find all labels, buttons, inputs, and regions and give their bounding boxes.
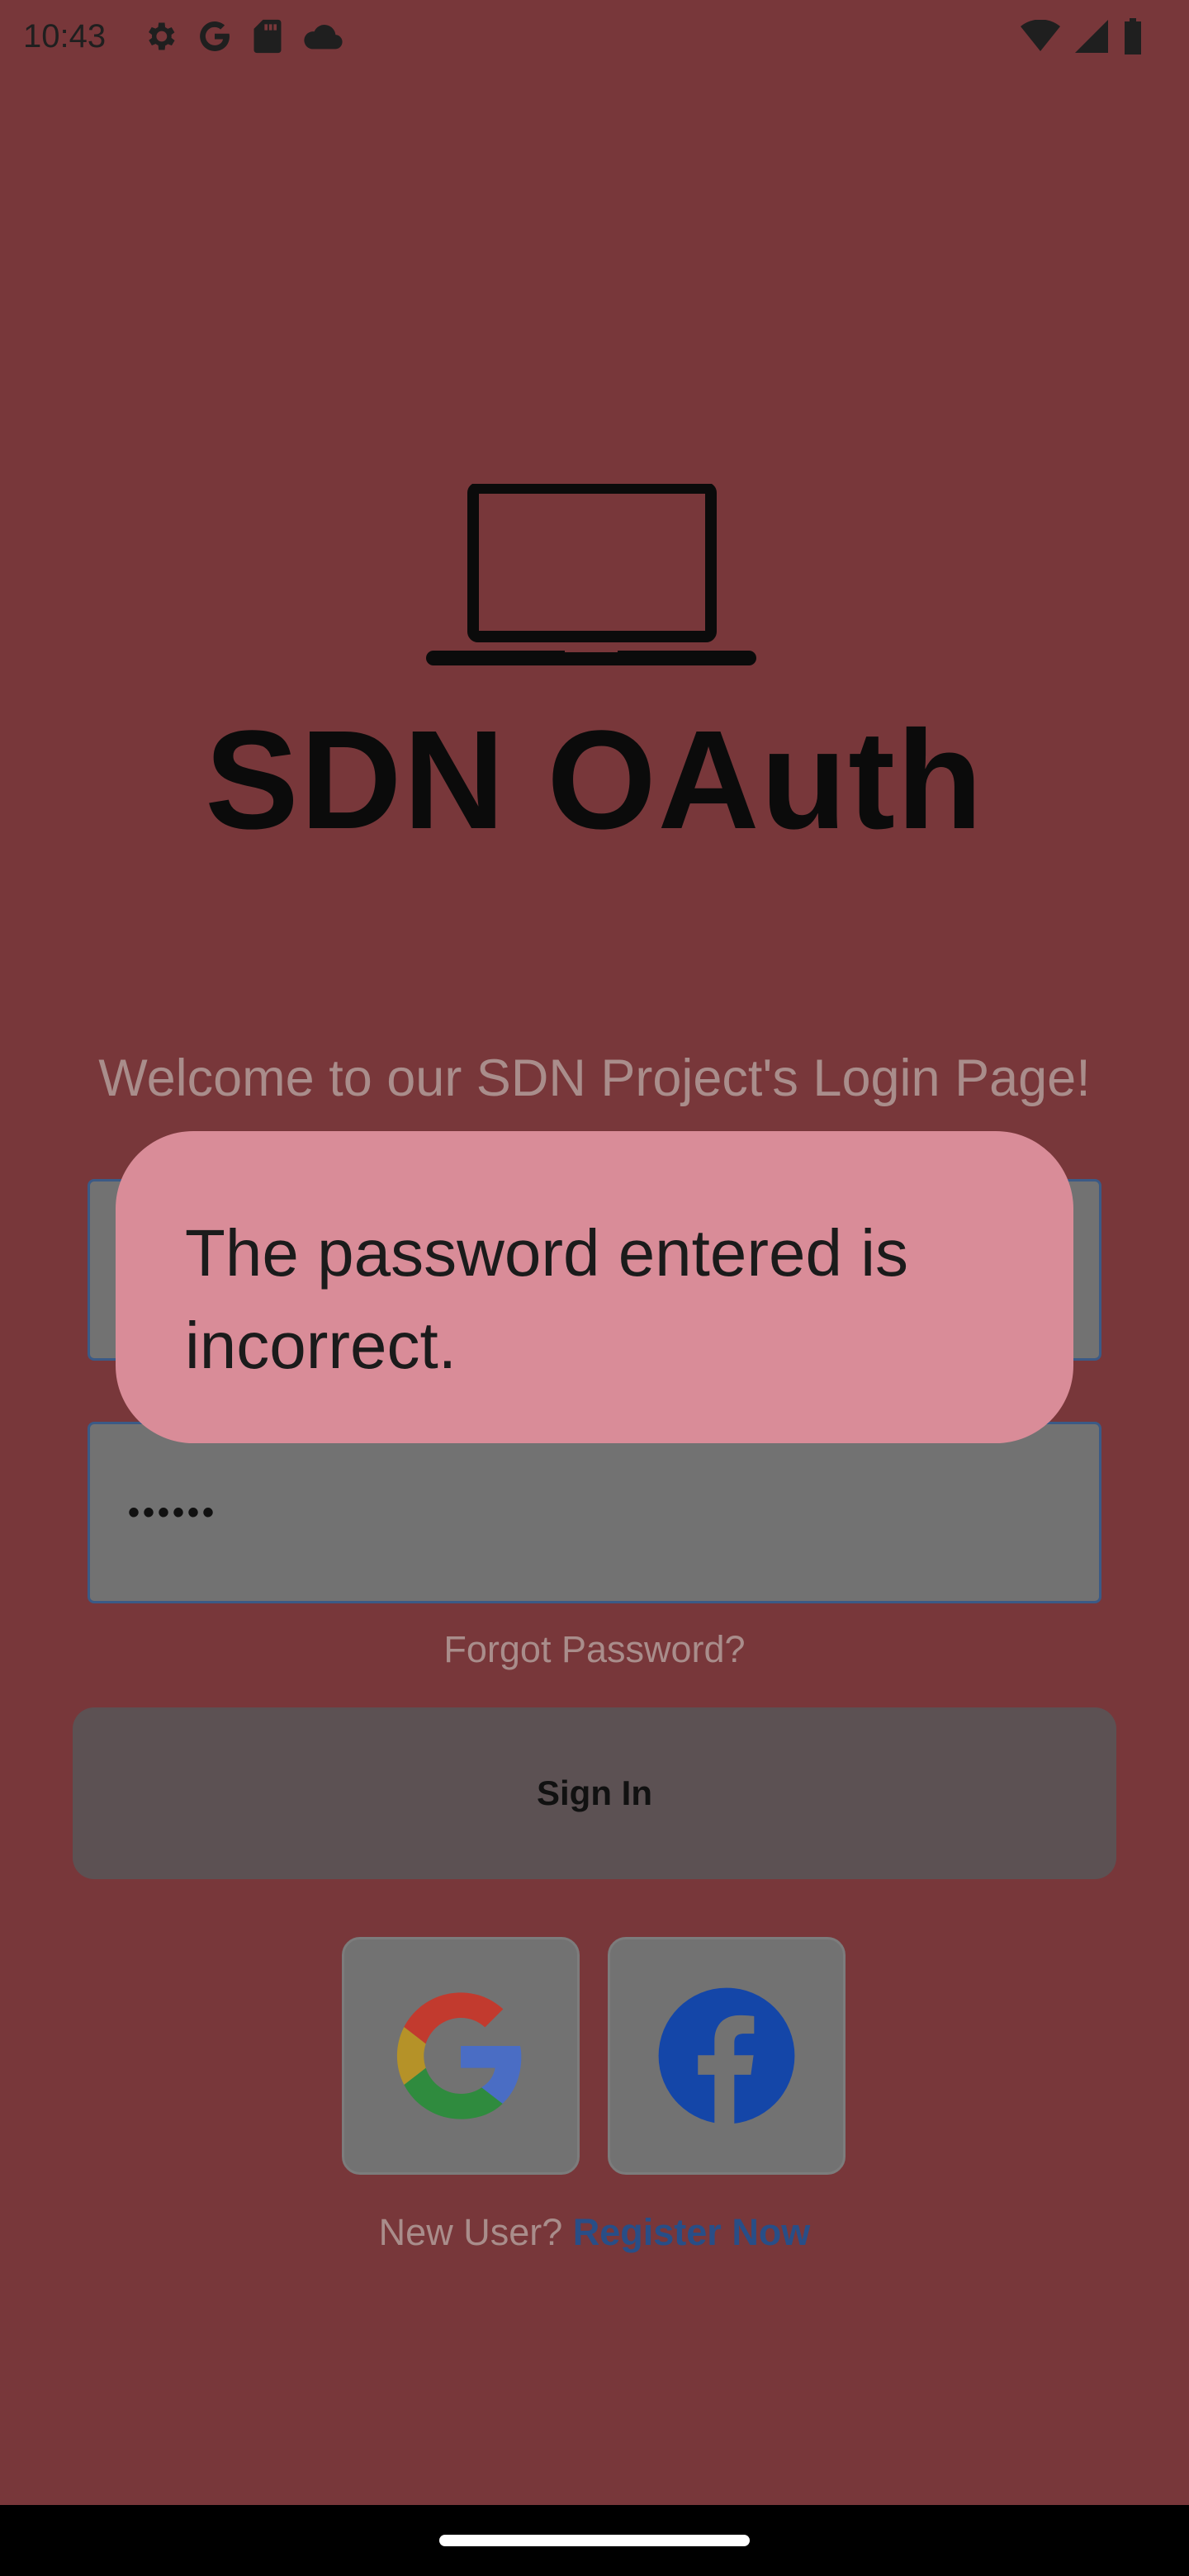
status-icons-left	[142, 13, 343, 59]
facebook-logo-icon	[658, 1987, 795, 2127]
error-toast: The password entered is incorrect.	[116, 1131, 1073, 1443]
sd-card-icon	[253, 19, 282, 54]
wifi-icon	[1021, 20, 1060, 51]
navigation-bar	[0, 2505, 1189, 2576]
sign-in-button[interactable]: Sign In	[73, 1707, 1116, 1879]
status-icons-right	[1021, 13, 1143, 59]
forgot-password-link[interactable]: Forgot Password?	[0, 1625, 1189, 1674]
sign-in-label: Sign In	[537, 1773, 652, 1812]
password-value: ••••••	[128, 1494, 218, 1531]
google-logo-icon	[396, 1992, 522, 2119]
toast-message: The password entered is incorrect.	[185, 1216, 909, 1382]
settings-icon	[149, 22, 175, 50]
signal-icon	[1075, 20, 1108, 53]
register-line: New User? Register Now	[0, 2208, 1189, 2257]
battery-icon	[1125, 18, 1141, 54]
password-field[interactable]: ••••••	[88, 1422, 1101, 1603]
facebook-sign-in-button[interactable]	[608, 1937, 846, 2175]
app-title: SDN OAuth	[205, 702, 984, 859]
register-now-link[interactable]: Register Now	[573, 2211, 811, 2253]
google-sign-in-button[interactable]	[342, 1937, 580, 2175]
laptop-icon	[426, 484, 756, 665]
status-time: 10:43	[23, 18, 107, 54]
home-gesture-handle[interactable]	[439, 2535, 750, 2546]
register-prompt: New User?	[378, 2211, 563, 2253]
cloud-icon	[304, 25, 343, 50]
welcome-text: Welcome to our SDN Project's Login Page!	[98, 1049, 1091, 1107]
google-icon	[200, 21, 230, 51]
